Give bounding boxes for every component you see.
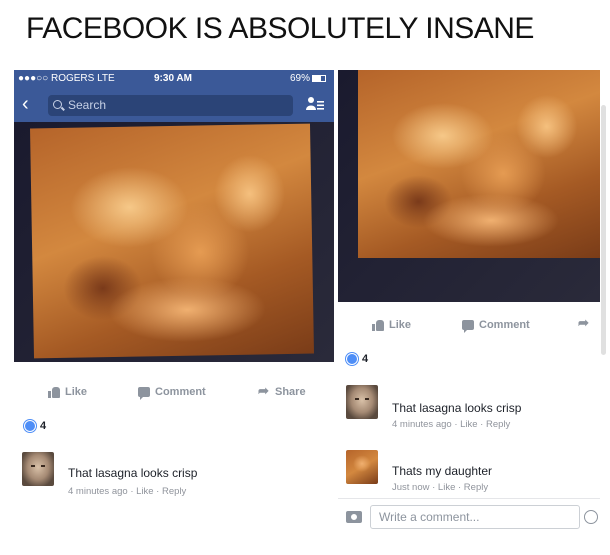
reaction-summary[interactable]: 4	[346, 353, 368, 365]
comment-label: Comment	[479, 319, 530, 331]
like-button[interactable]: Like	[48, 386, 87, 398]
write-comment-placeholder: Write a comment...	[379, 510, 480, 524]
avatar[interactable]	[346, 450, 378, 484]
comment-text: Thats my daughter	[392, 464, 493, 478]
comment-text: That lasagna looks crisp	[68, 466, 198, 480]
carrier-label: ●●●○○ ROGERS LTE	[18, 73, 115, 84]
avatar[interactable]	[346, 385, 378, 419]
comment-meta[interactable]: 4 minutes ago · Like · Reply	[68, 486, 186, 497]
comment-meta[interactable]: 4 minutes ago · Like · Reply	[392, 419, 510, 430]
battery-percent: 69%	[289, 73, 310, 84]
search-icon	[53, 100, 62, 109]
clock-label: 9:30 AM	[154, 73, 192, 84]
reaction-count: 4	[362, 353, 369, 365]
comment-label: Comment	[155, 386, 206, 398]
status-bar: ●●●○○ ROGERS LTE 9:30 AM 69%	[14, 70, 334, 88]
comment-icon	[462, 320, 474, 333]
right-screenshot: Like Comment 4 That lasagna looks crisp …	[338, 70, 600, 540]
ultrasound-image	[30, 123, 314, 359]
post-photo[interactable]	[338, 70, 600, 302]
write-comment-input[interactable]: Write a comment...	[370, 505, 580, 529]
ultrasound-image	[358, 70, 600, 258]
comment-button[interactable]: Comment	[462, 319, 530, 333]
share-icon	[578, 315, 590, 331]
divider	[338, 498, 600, 499]
search-placeholder: Search	[68, 98, 107, 112]
smiley-icon[interactable]	[584, 510, 598, 524]
nav-bar: ‹ Search	[14, 88, 334, 122]
share-icon	[258, 383, 270, 399]
battery-indicator: 69%	[290, 73, 326, 84]
search-input[interactable]: Search	[48, 95, 293, 116]
meme-title: FACEBOOK IS ABSOLUTELY INSANE	[26, 12, 534, 45]
friends-icon[interactable]	[306, 96, 324, 114]
reaction-count: 4	[40, 420, 47, 432]
comment-meta[interactable]: Just now · Like · Reply	[392, 482, 488, 493]
reaction-icon	[346, 353, 358, 365]
left-screenshot: ●●●○○ ROGERS LTE 9:30 AM 69% ‹ Search Li…	[14, 70, 334, 515]
comment-icon	[138, 387, 150, 400]
camera-icon[interactable]	[346, 511, 362, 523]
like-label: Like	[65, 386, 88, 398]
reaction-summary[interactable]: 4	[24, 420, 46, 432]
like-button[interactable]: Like	[372, 319, 411, 331]
avatar[interactable]	[22, 452, 54, 486]
like-icon	[372, 319, 384, 331]
like-label: Like	[389, 319, 412, 331]
battery-icon	[312, 74, 326, 82]
scrollbar[interactable]	[601, 105, 606, 355]
share-button[interactable]: Share	[258, 383, 306, 399]
like-icon	[48, 386, 60, 398]
post-photo[interactable]	[14, 122, 334, 362]
share-button[interactable]	[578, 315, 590, 331]
back-icon[interactable]: ‹	[22, 94, 29, 114]
share-label: Share	[275, 386, 306, 398]
comment-text: That lasagna looks crisp	[392, 401, 522, 415]
comment-button[interactable]: Comment	[138, 386, 206, 400]
reaction-icon	[24, 420, 36, 432]
